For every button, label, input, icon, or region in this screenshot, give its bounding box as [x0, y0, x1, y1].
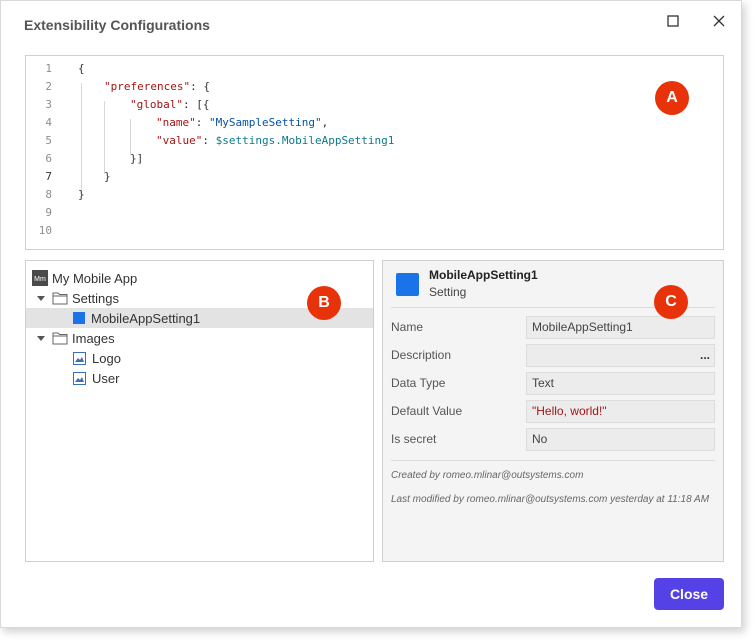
name-field[interactable]: MobileAppSetting1	[526, 316, 715, 339]
setting-icon	[396, 273, 419, 296]
code-token: "value"	[156, 134, 203, 147]
close-icon	[713, 15, 725, 27]
tree-item-logo-label: Logo	[92, 350, 121, 366]
dialog-title: Extensibility Configurations	[24, 17, 210, 33]
tree-root-label: My Mobile App	[52, 270, 138, 286]
code-token: "name"	[156, 116, 196, 129]
data-type-field[interactable]: Text	[526, 372, 715, 395]
modified-by-text: Last modified by romeo.mlinar@outsystems…	[391, 494, 710, 505]
window-close-button[interactable]	[706, 9, 732, 33]
code-line: 4 "name": "MySampleSetting",	[26, 114, 626, 132]
line-number: 3	[45, 98, 52, 111]
code-line: 6}]	[26, 150, 626, 168]
code-token: "MySampleSetting"	[209, 116, 322, 129]
line-number: 10	[38, 224, 52, 237]
tree-folder-settings-label: Settings	[72, 290, 119, 306]
code-text: "name": "MySampleSetting",	[156, 114, 328, 132]
line-number: 6	[45, 152, 52, 165]
image-icon	[73, 351, 86, 365]
image-icon	[73, 371, 86, 385]
extensibility-dialog: Extensibility Configurations 1{2 "prefere…	[0, 0, 742, 628]
code-text: {	[78, 60, 85, 78]
description-field[interactable]: ...	[526, 344, 715, 367]
code-token: "preferences"	[104, 80, 191, 93]
tree-root[interactable]: Mm My Mobile App	[26, 268, 373, 288]
tree-item-image[interactable]: Logo	[26, 348, 373, 368]
code-token: ,	[321, 116, 329, 129]
more-button[interactable]: ...	[700, 345, 710, 366]
code-token: }	[104, 170, 111, 183]
code-token: :	[202, 134, 216, 147]
badge-c: C	[654, 285, 688, 319]
code-token: {	[78, 62, 85, 75]
code-token: : [{	[182, 98, 210, 111]
caret-down-icon	[37, 296, 45, 301]
code-line: 5 "value": $settings.MobileAppSetting1	[26, 132, 626, 150]
code-line: 9	[26, 204, 626, 222]
folder-icon	[52, 291, 68, 305]
code-text: "global": [{	[130, 96, 209, 114]
tree-item-image[interactable]: User	[26, 368, 373, 388]
app-icon-text: Mm	[34, 276, 46, 283]
code-token: $settings.MobileAppSetting1	[215, 134, 395, 147]
code-token: "global"	[130, 98, 183, 111]
is-secret-field[interactable]: No	[526, 428, 715, 451]
details-panel: MobileAppSetting1 Setting Name MobileApp…	[382, 260, 724, 562]
prop-label-name: Name	[391, 320, 424, 334]
code-text: "value": $settings.MobileAppSetting1	[156, 132, 394, 150]
app-icon: Mm	[32, 270, 48, 286]
prop-label-default-value: Default Value	[391, 404, 463, 418]
default-value-field[interactable]: "Hello, world!"	[526, 400, 715, 423]
caret-down-icon	[37, 336, 45, 341]
line-number: 5	[45, 134, 52, 147]
tree-item-user-label: User	[92, 370, 120, 386]
line-number: 4	[45, 116, 52, 129]
code-line: 1{	[26, 60, 626, 78]
line-number: 9	[45, 206, 52, 219]
code-text: "preferences": {	[104, 78, 210, 96]
prop-label-description: Description	[391, 348, 452, 362]
divider	[391, 460, 715, 461]
close-button[interactable]: Close	[654, 578, 724, 610]
code-line: 10	[26, 222, 626, 240]
tree-item-setting-label: MobileAppSetting1	[91, 310, 201, 326]
setting-icon	[73, 312, 85, 324]
line-number: 2	[45, 80, 52, 93]
code-token: }]	[130, 152, 144, 165]
prop-label-is-secret: Is secret	[391, 432, 437, 446]
line-number: 1	[45, 62, 52, 75]
prop-label-data-type: Data Type	[391, 376, 446, 390]
maximize-button[interactable]	[660, 9, 686, 33]
code-text: }	[104, 168, 111, 186]
details-subtitle: Setting	[429, 285, 467, 299]
created-by-text: Created by romeo.mlinar@outsystems.com	[391, 470, 584, 481]
line-number: 8	[45, 188, 52, 201]
code-token: }	[78, 188, 85, 201]
code-token: : {	[190, 80, 210, 93]
code-line: 8}	[26, 186, 626, 204]
tree-folder-images[interactable]: Images	[26, 328, 373, 348]
code-token: :	[195, 116, 209, 129]
code-line: 7}	[26, 168, 626, 186]
folder-icon	[52, 331, 68, 345]
code-text: }]	[130, 150, 143, 168]
code-text: }	[78, 186, 85, 204]
tree-folder-images-label: Images	[72, 330, 115, 346]
details-title: MobileAppSetting1	[429, 268, 538, 282]
badge-b: B	[307, 286, 341, 320]
maximize-icon	[667, 15, 679, 27]
code-line: 3 "global": [{	[26, 96, 626, 114]
badge-a: A	[655, 81, 689, 115]
line-number: 7	[45, 170, 52, 183]
code-line: 2 "preferences": {	[26, 78, 626, 96]
project-tree[interactable]: Mm My Mobile App Settings MobileAppSetti…	[25, 260, 374, 562]
json-editor[interactable]: 1{2 "preferences": {3 "global": [{4 "name":…	[25, 55, 724, 250]
